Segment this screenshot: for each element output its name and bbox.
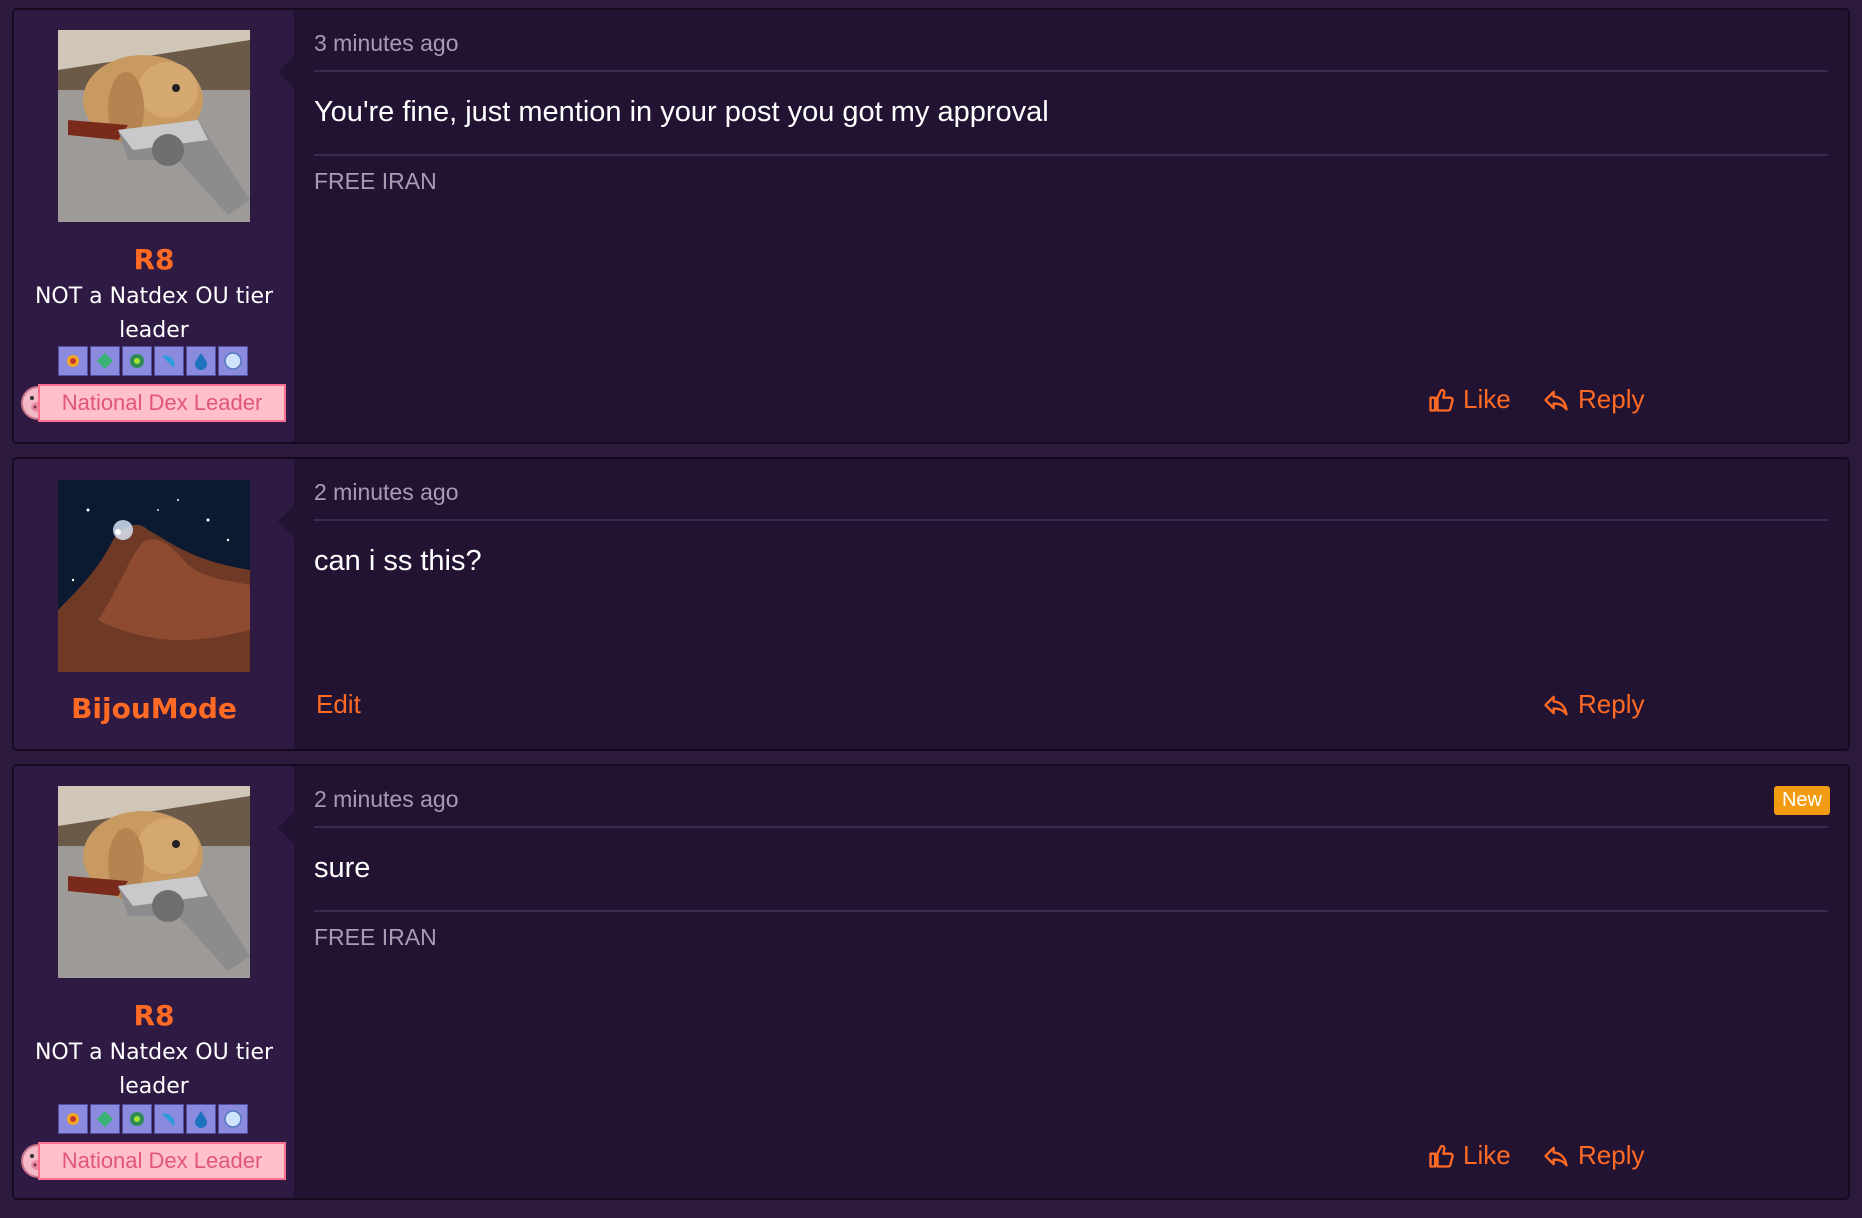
post-time[interactable]: 2 minutes ago bbox=[314, 479, 458, 506]
user-banner: National Dex Leader bbox=[38, 1142, 286, 1180]
flower-badge-icon bbox=[122, 346, 152, 376]
post-body: You're fine, just mention in your post y… bbox=[314, 96, 1049, 128]
post-body: sure bbox=[314, 852, 371, 884]
reply-arrow-icon bbox=[1542, 1142, 1570, 1170]
reply-arrow-icon bbox=[1542, 691, 1570, 719]
trophy-badges bbox=[58, 1104, 250, 1134]
divider bbox=[314, 70, 1828, 72]
like-label: Like bbox=[1463, 1140, 1511, 1170]
edit-label: Edit bbox=[316, 689, 361, 719]
post-main: 2 minutes ago New sure FREE IRAN Like Re… bbox=[294, 766, 1848, 1198]
reply-button[interactable]: Reply bbox=[1542, 1140, 1644, 1171]
post-1: R8 NOT a Natdex OU tier leader National … bbox=[12, 8, 1850, 444]
fin-badge-icon bbox=[154, 1104, 184, 1134]
reply-label: Reply bbox=[1578, 384, 1645, 414]
sun-badge-icon bbox=[58, 346, 88, 376]
post-3: R8 NOT a Natdex OU tier leader National … bbox=[12, 764, 1850, 1200]
leaf-badge-icon bbox=[90, 346, 120, 376]
post-main: 3 minutes ago You're fine, just mention … bbox=[294, 10, 1848, 442]
drop-badge-icon bbox=[186, 346, 216, 376]
username[interactable]: R8 bbox=[14, 243, 294, 276]
signature: FREE IRAN bbox=[314, 924, 437, 950]
post-time[interactable]: 2 minutes ago bbox=[314, 786, 458, 813]
like-label: Like bbox=[1463, 384, 1511, 414]
orb-badge-icon bbox=[218, 346, 248, 376]
like-button[interactable]: Like bbox=[1427, 384, 1511, 415]
avatar[interactable] bbox=[58, 786, 250, 978]
trophy-badges bbox=[58, 346, 250, 376]
edit-button[interactable]: Edit bbox=[316, 689, 361, 720]
like-button[interactable]: Like bbox=[1427, 1140, 1511, 1171]
user-banner: National Dex Leader bbox=[38, 384, 286, 422]
reply-arrow-icon bbox=[1542, 386, 1570, 414]
post-user-panel: BijouMode bbox=[14, 459, 294, 749]
post-body: can i ss this? bbox=[314, 545, 482, 577]
thumbs-up-icon bbox=[1427, 1142, 1455, 1170]
signature-divider bbox=[314, 154, 1828, 156]
avatar[interactable] bbox=[58, 30, 250, 222]
user-title: NOT a Natdex OU tier leader bbox=[34, 284, 274, 343]
reply-button[interactable]: Reply bbox=[1542, 689, 1644, 720]
user-title: NOT a Natdex OU tier leader bbox=[34, 1040, 274, 1099]
divider bbox=[314, 826, 1828, 828]
fin-badge-icon bbox=[154, 346, 184, 376]
thread: R8 NOT a Natdex OU tier leader National … bbox=[0, 0, 1862, 1218]
reply-label: Reply bbox=[1578, 689, 1645, 719]
post-user-panel: R8 NOT a Natdex OU tier leader National … bbox=[14, 10, 294, 442]
thumbs-up-icon bbox=[1427, 386, 1455, 414]
reply-label: Reply bbox=[1578, 1140, 1645, 1170]
sun-badge-icon bbox=[58, 1104, 88, 1134]
post-2: BijouMode 2 minutes ago can i ss this? E… bbox=[12, 457, 1850, 751]
leaf-badge-icon bbox=[90, 1104, 120, 1134]
new-badge: New bbox=[1773, 786, 1830, 815]
post-time[interactable]: 3 minutes ago bbox=[314, 30, 458, 57]
drop-badge-icon bbox=[186, 1104, 216, 1134]
signature-divider bbox=[314, 910, 1828, 912]
username[interactable]: BijouMode bbox=[14, 692, 294, 725]
orb-badge-icon bbox=[218, 1104, 248, 1134]
post-user-panel: R8 NOT a Natdex OU tier leader National … bbox=[14, 766, 294, 1198]
username[interactable]: R8 bbox=[14, 999, 294, 1032]
flower-badge-icon bbox=[122, 1104, 152, 1134]
divider bbox=[314, 519, 1828, 521]
post-main: 2 minutes ago can i ss this? Edit Reply bbox=[294, 459, 1848, 749]
reply-button[interactable]: Reply bbox=[1542, 384, 1644, 415]
avatar[interactable] bbox=[58, 480, 250, 672]
signature: FREE IRAN bbox=[314, 168, 437, 194]
